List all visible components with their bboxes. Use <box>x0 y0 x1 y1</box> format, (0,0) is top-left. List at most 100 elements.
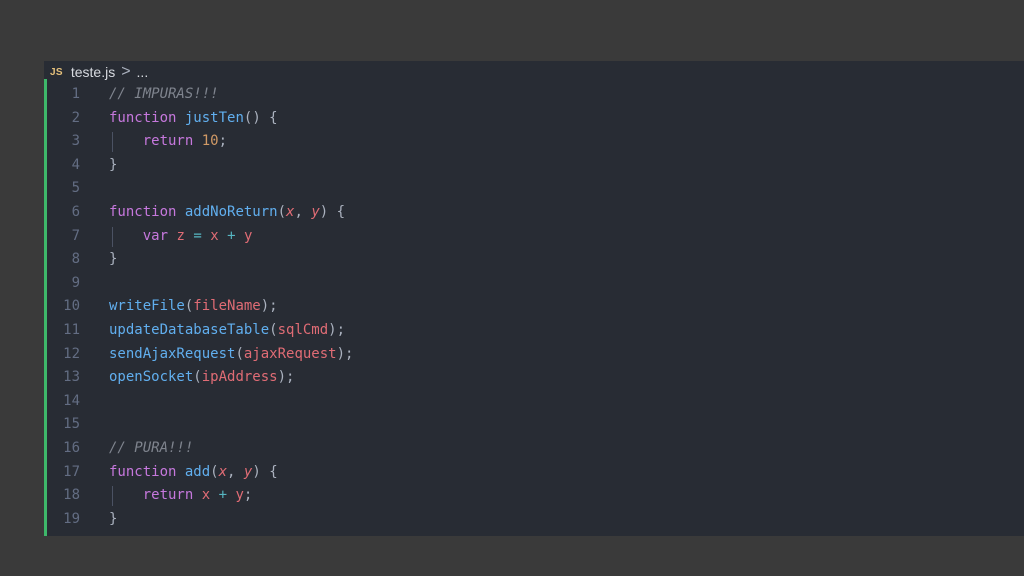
code-token: ) { <box>252 463 278 480</box>
code-line[interactable]: 19} <box>44 508 1024 532</box>
line-content: } <box>109 248 117 272</box>
code-token: openSocket <box>109 369 194 386</box>
code-token: updateDatabaseTable <box>109 321 270 338</box>
code-token: justTen <box>184 109 244 126</box>
code-line[interactable]: 6 function addNoReturn(x, y) { <box>44 201 1024 225</box>
line-number: 15 <box>63 416 80 433</box>
line-content: } <box>109 508 117 532</box>
code-token: , <box>227 463 244 480</box>
line-number: 9 <box>71 274 80 291</box>
line-number: 7 <box>71 227 80 244</box>
code-line[interactable]: 17 function add(x, y) { <box>44 461 1024 485</box>
code-token: sendAjaxRequest <box>109 345 236 362</box>
code-line[interactable]: 10 writeFile(fileName); <box>44 295 1024 319</box>
code-line[interactable]: 14 <box>44 390 1024 414</box>
line-content: // IMPURAS!!! <box>109 83 219 107</box>
code-token: () { <box>243 109 278 126</box>
code-token: x <box>218 463 228 480</box>
code-line[interactable]: 12 sendAjaxRequest(ajaxRequest); <box>44 343 1024 367</box>
code-token: ); <box>277 369 295 386</box>
code-token: ; <box>218 133 228 150</box>
code-token: return <box>142 487 194 504</box>
code-token: y <box>235 487 244 504</box>
code-token: = <box>193 227 202 244</box>
code-token: ( <box>193 369 202 386</box>
code-line[interactable]: 16 // PURA!!! <box>44 437 1024 461</box>
code-token: ); <box>328 321 346 338</box>
code-token: ; <box>243 487 253 504</box>
code-token: + <box>227 227 236 244</box>
code-line[interactable]: 15 <box>44 413 1024 437</box>
code-token: } <box>109 510 118 527</box>
line-content: return x + y; <box>109 484 253 508</box>
line-number: 14 <box>63 392 80 409</box>
code-line[interactable]: 3 return 10; <box>44 130 1024 154</box>
code-token: function <box>109 203 177 220</box>
code-line[interactable]: 18 return x + y; <box>44 484 1024 508</box>
code-line[interactable]: 1 // IMPURAS!!! <box>44 83 1024 107</box>
code-line[interactable]: 9 <box>44 272 1024 296</box>
code-token: fileName <box>193 298 261 315</box>
line-number: 13 <box>63 369 80 386</box>
code-token: add <box>184 463 211 480</box>
code-token: ( <box>235 345 244 362</box>
code-line[interactable]: 11 updateDatabaseTable(sqlCmd); <box>44 319 1024 343</box>
javascript-file-icon: JS <box>50 66 63 78</box>
line-content: updateDatabaseTable(sqlCmd); <box>109 319 345 343</box>
line-content: return 10; <box>109 130 227 154</box>
line-number: 12 <box>63 345 80 362</box>
line-content: writeFile(fileName); <box>109 295 278 319</box>
line-number: 19 <box>63 510 80 527</box>
code-line[interactable]: 7 var z = x + y <box>44 225 1024 249</box>
line-number: 5 <box>71 180 80 197</box>
code-token: return <box>142 133 194 150</box>
breadcrumb-file[interactable]: teste.js <box>71 64 115 80</box>
line-content: sendAjaxRequest(ajaxRequest); <box>109 343 353 367</box>
code-token: ); <box>336 345 354 362</box>
line-number: 6 <box>71 203 80 220</box>
code-token: 10 <box>201 133 219 150</box>
code-line[interactable]: 13 openSocket(ipAddress); <box>44 366 1024 390</box>
line-content: function addNoReturn(x, y) { <box>109 201 345 225</box>
code-token: y <box>243 227 253 244</box>
code-token: z <box>176 227 185 244</box>
code-line[interactable]: 8} <box>44 248 1024 272</box>
code-area[interactable]: 1// IMPURAS!!! 2 function justTen() {3 ret… <box>44 83 1024 531</box>
line-content: } <box>109 154 117 178</box>
line-content: var z = x + y <box>109 225 253 249</box>
code-token: ajaxRequest <box>243 345 337 362</box>
chevron-right-icon: > <box>121 63 131 80</box>
code-token: function <box>109 109 177 126</box>
code-line[interactable]: 2 function justTen() { <box>44 107 1024 131</box>
code-line[interactable]: 5 <box>44 177 1024 201</box>
code-token: addNoReturn <box>184 203 278 220</box>
code-token: ( <box>210 463 219 480</box>
line-number: 10 <box>63 298 80 315</box>
code-token: ) { <box>319 203 346 220</box>
code-line[interactable]: 4} <box>44 154 1024 178</box>
code-token: } <box>109 156 118 173</box>
line-content: // PURA!!! <box>109 437 193 461</box>
code-token: y <box>311 203 320 220</box>
line-number: 4 <box>71 156 80 173</box>
breadcrumb-symbol[interactable]: ... <box>137 64 149 80</box>
line-content: function justTen() { <box>109 107 278 131</box>
line-number: 11 <box>63 321 80 338</box>
line-number: 8 <box>71 251 80 268</box>
line-number: 3 <box>71 133 80 150</box>
breadcrumb: JS teste.js > ... <box>44 61 1024 83</box>
code-token: } <box>109 251 118 268</box>
line-number: 17 <box>63 463 80 480</box>
code-token: sqlCmd <box>277 321 329 338</box>
code-editor[interactable]: JS teste.js > ... 1 // IMPURAS!!! 2 functio… <box>44 61 1024 536</box>
code-token: // IMPURAS!!! <box>109 86 219 102</box>
